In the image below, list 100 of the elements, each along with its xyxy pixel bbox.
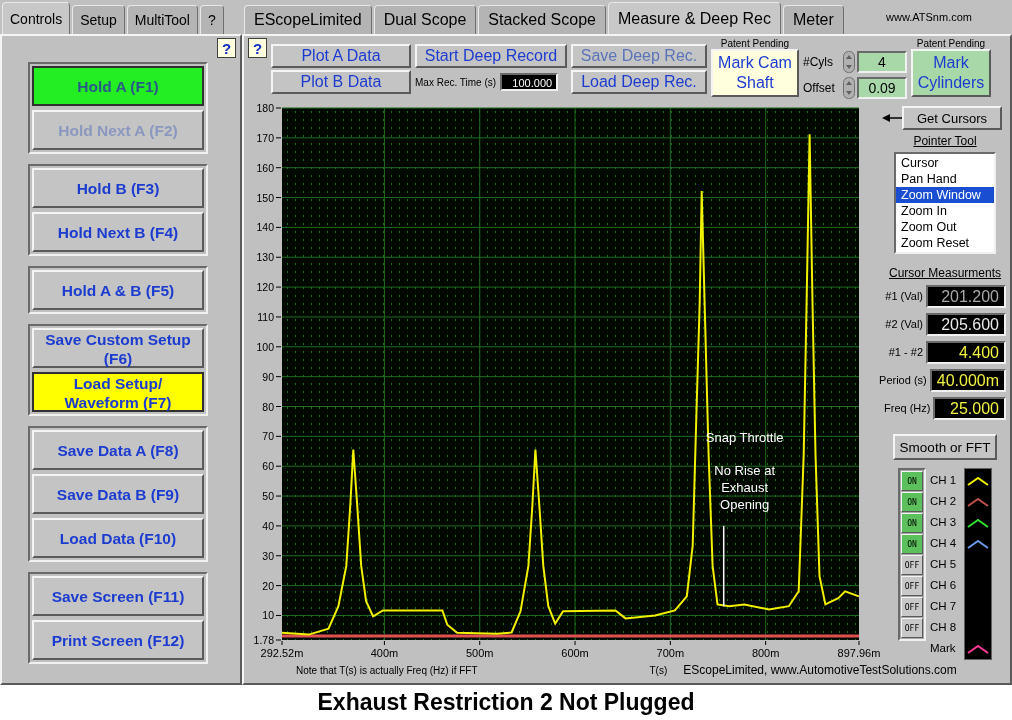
control-button[interactable]: Hold B (F3) <box>32 168 204 208</box>
list-item[interactable]: Zoom Window <box>896 187 994 203</box>
channel-label: CH 3 <box>930 515 958 530</box>
readout-label: #1 (Val) <box>885 290 923 302</box>
channel-toggle[interactable]: OFF <box>901 618 923 638</box>
channel-label: CH 4 <box>930 536 958 551</box>
readout-value: 4.400 <box>926 340 1006 364</box>
axis-label: 150 <box>256 191 274 204</box>
readout-value: 201.200 <box>926 284 1006 308</box>
tab[interactable]: Dual Scope <box>373 5 477 34</box>
tab[interactable]: MultiTool <box>126 5 198 34</box>
channel-label: CH 8 <box>930 620 958 635</box>
spinner-icon[interactable] <box>843 51 855 73</box>
control-button[interactable]: Hold A (F1) <box>32 66 204 106</box>
channel-label: CH 1 <box>930 473 958 488</box>
tab[interactable]: Setup <box>72 5 125 34</box>
time-field[interactable]: 100.000 <box>500 73 559 91</box>
readout-label: #2 (Val) <box>885 318 923 330</box>
channel-toggle[interactable]: ON <box>901 513 923 533</box>
channel-toggle[interactable]: OFF <box>901 576 923 596</box>
axis-label: 130 <box>256 251 274 264</box>
axis-label: 180 <box>256 102 274 114</box>
axis-label: 170 <box>256 131 274 144</box>
control-button[interactable]: Save Data A (F8) <box>32 430 204 470</box>
load-record-button[interactable]: Load Deep Rec. <box>571 70 707 94</box>
plot-a-button[interactable]: Plot A Data <box>271 44 411 68</box>
mark-cylinders-button[interactable]: Mark Cylinders <box>911 49 991 97</box>
tab[interactable]: Measure & Deep Rec <box>607 2 781 34</box>
axis-label: 292.52m <box>260 647 304 659</box>
channel-label: CH 5 <box>930 557 958 572</box>
channel-toggle[interactable]: ON <box>901 471 923 491</box>
axis-label: 70 <box>262 430 274 443</box>
control-button[interactable]: Save Screen (F11) <box>32 576 204 616</box>
cylinders-field[interactable]: 4 <box>857 51 907 73</box>
axis-title: T(s) <box>649 664 668 676</box>
axis-label: 50 <box>262 490 274 503</box>
control-button[interactable]: Load Setup/ Waveform (F7) <box>32 372 204 412</box>
credit-text: EScopeLimited, www.AutomotiveTestSolutions.com <box>683 663 957 677</box>
patent-label: Patent Pending <box>720 38 790 49</box>
channel-toggle[interactable]: OFF <box>901 555 923 575</box>
channel-toggle[interactable]: ON <box>901 534 923 554</box>
axis-label: 40 <box>262 519 274 532</box>
help-button[interactable]: ? <box>248 38 267 58</box>
tab[interactable]: ? <box>200 5 224 34</box>
axis-label: 600m <box>561 647 589 659</box>
website-label: www.ATSnm.com <box>886 11 972 23</box>
channel-toggle[interactable]: OFF <box>901 597 923 617</box>
control-button[interactable]: Hold A & B (F5) <box>32 270 204 310</box>
channel-label: CH 6 <box>930 578 958 593</box>
start-record-button[interactable]: Start Deep Record <box>415 44 567 68</box>
field-label: Max Rec. Time (s) <box>415 76 497 88</box>
axis-label: 500m <box>465 647 494 659</box>
field-label: Offset <box>803 81 836 95</box>
axis-label: 160 <box>256 161 274 174</box>
readout-value: 205.600 <box>926 312 1006 336</box>
axis-label: 30 <box>262 549 274 562</box>
readout-label: Freq (Hz) <box>884 402 931 414</box>
field-label: #Cyls <box>803 55 834 69</box>
caption-text: Exhaust Restriction 2 Not Plugged <box>0 685 1012 720</box>
tab[interactable]: Meter <box>782 5 844 34</box>
tab[interactable]: Controls <box>2 2 71 34</box>
axis-label: 120 <box>256 281 274 294</box>
channel-toggle[interactable]: ON <box>901 492 923 512</box>
help-button[interactable]: ? <box>217 38 236 58</box>
channel-label: CH 7 <box>930 599 958 614</box>
readout-value: 25.000 <box>933 396 1006 420</box>
axis-label: 140 <box>256 221 274 234</box>
control-button[interactable]: Load Data (F10) <box>32 518 204 558</box>
axis-label: 100 <box>256 340 274 353</box>
axis-label: 60 <box>262 460 274 473</box>
tab[interactable]: EScopeLimited <box>244 5 372 34</box>
offset-field[interactable]: 0.09 <box>857 77 907 99</box>
tab[interactable]: Stacked Scope <box>478 5 606 34</box>
control-button[interactable]: Hold Next B (F4) <box>32 212 204 252</box>
axis-label: 1.78 <box>253 634 274 646</box>
mark-cam-button[interactable]: Mark Cam Shaft <box>711 49 799 97</box>
axis-label: 110 <box>257 310 274 323</box>
readout-label: Period (s) <box>879 374 927 386</box>
axis-label: 10 <box>262 609 274 622</box>
spinner-icon[interactable] <box>843 77 855 99</box>
axis-label: 700m <box>656 647 685 659</box>
axis-label: 80 <box>262 400 274 413</box>
control-button[interactable]: Print Screen (F12) <box>32 620 204 660</box>
section-title: Cursor Measurments <box>889 266 1001 280</box>
channel-label: Mark <box>930 641 957 656</box>
section-title: Pointer Tool <box>913 134 977 148</box>
axis-label: 400m <box>370 647 399 659</box>
control-button[interactable]: Save Custom Setup (F6) <box>32 328 204 368</box>
get-cursors-button[interactable]: Get Cursors <box>902 106 1002 130</box>
smooth-fft-button[interactable]: Smooth or FFT <box>893 434 997 460</box>
patent-label: Patent Pending <box>916 38 986 49</box>
note-text: Note that T(s) is actually Freq (Hz) if FFT <box>296 664 478 676</box>
annotation-label: No Rise at Exhaust Opening <box>714 463 776 513</box>
control-button[interactable]: Save Data B (F9) <box>32 474 204 514</box>
readout-label: #1 - #2 <box>888 346 923 358</box>
axis-label: 90 <box>262 370 274 383</box>
arrow-icon <box>882 113 902 123</box>
axis-label: 800m <box>751 647 780 659</box>
readout-value: 40.000m <box>929 368 1006 392</box>
plot-b-button[interactable]: Plot B Data <box>271 70 411 94</box>
